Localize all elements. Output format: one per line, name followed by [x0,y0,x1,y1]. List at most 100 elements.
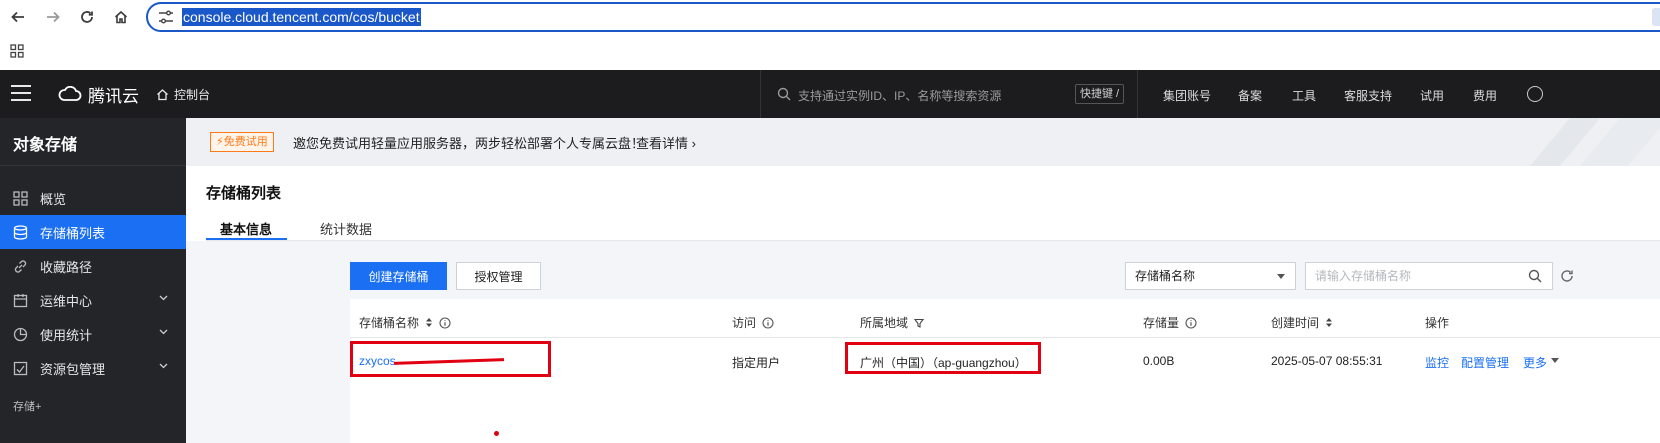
sidebar-item-label: 收藏路径 [40,259,93,275]
sidebar-item-bucket-list[interactable]: 存储桶列表 [0,215,186,249]
promo-text: 邀您免费试用轻量应用服务器，两步轻松部署个人专属云盘！ [293,136,645,151]
bucket-created-time: 2025-05-07 08:55:31 [1271,354,1383,368]
header-label: 存储量 [1143,316,1180,330]
reload-icon[interactable] [76,6,98,28]
main-content: 存储桶列表 基本信息 统计数据 创建存储桶 授权管理 存储桶名称 存储桶名称 访… [186,166,1660,443]
forward-icon[interactable] [42,6,64,28]
brand-logo[interactable]: 腾讯云 [58,83,139,106]
topnav-group-account[interactable]: 集团账号 [1163,87,1211,104]
overview-icon [13,190,28,206]
table-header-divider [350,337,1660,338]
sidebar-title: 对象存储 [13,137,78,154]
console-topnav: 腾讯云 控制台 支持通过实例ID、IP、名称等搜索资源 快捷键 / 集团账号 备… [0,70,1660,118]
search-icon[interactable] [1528,269,1542,283]
url-text[interactable]: console.cloud.tencent.com/cos/bucket [182,8,421,26]
topnav-tools[interactable]: 工具 [1292,87,1316,104]
console-label: 控制台 [174,88,211,102]
calendar-icon [13,293,28,307]
tab-basic-info[interactable]: 基本信息 [220,219,272,238]
promo-details-link[interactable]: 查看详情 › [636,133,696,152]
table-header-size: 存储量 [1143,314,1197,331]
apps-grid-icon[interactable] [10,44,24,58]
browser-toolbar: console.cloud.tencent.com/cos/bucket [0,0,1660,34]
sidebar-item-usage[interactable]: 使用统计 [0,317,186,351]
global-search[interactable]: 支持通过实例ID、IP、名称等搜索资源 快捷键 / [760,70,1138,118]
shortcut-badge: 快捷键 / [1075,84,1125,104]
filter-icon[interactable] [914,318,925,328]
bucket-icon [13,224,28,240]
table-header-created: 创建时间 [1271,314,1333,331]
chevron-down-icon[interactable] [159,329,168,335]
sidebar-item-ops-center[interactable]: 运维中心 [0,283,186,317]
bucket-size: 0.00B [1143,354,1175,368]
pie-icon [13,327,28,341]
config-management-link[interactable]: 配置管理 [1461,354,1509,371]
more-actions-link[interactable]: 更多 [1523,354,1547,371]
sort-icon[interactable] [1325,317,1333,328]
sidebar: 对象存储 概览 存储桶列表 收藏路径 运维中心 使用统计 资源包管理 存储+ [0,118,186,443]
topnav-billing[interactable]: 费用 [1473,87,1497,104]
table-header-name: 存储桶名称 [359,314,451,331]
sidebar-item-overview[interactable]: 概览 [0,181,186,215]
address-bar[interactable]: console.cloud.tencent.com/cos/bucket [146,2,1660,32]
info-icon[interactable] [439,316,451,329]
page-title: 存储桶列表 [206,185,282,202]
annotation-box-region [845,342,1041,374]
header-label: 存储桶名称 [359,316,420,330]
info-icon[interactable] [762,316,774,329]
header-label: 所属地域 [860,316,909,330]
tab-active-indicator [206,238,287,240]
sort-icon[interactable] [425,317,433,328]
bucket-search-input[interactable] [1305,262,1553,290]
link-icon [14,259,27,273]
promo-badge: ⚡免费试用 [210,132,274,152]
menu-icon[interactable] [11,85,31,103]
bookmarks-bar [0,34,1660,70]
search-field-select-value: 存储桶名称 [1135,269,1196,283]
topnav-filing[interactable]: 备案 [1238,87,1262,104]
create-bucket-button[interactable]: 创建存储桶 [350,262,447,290]
auth-management-button[interactable]: 授权管理 [456,262,541,290]
sidebar-item-label: 概览 [40,191,67,207]
brand-name: 腾讯云 [88,86,139,106]
promo-banner: ⚡免费试用 邀您免费试用轻量应用服务器，两步轻松部署个人专属云盘！ 查看详情 › [186,118,1660,166]
cloud-logo-icon [58,86,82,101]
sidebar-item-label: 运维中心 [40,293,93,309]
chevron-down-icon[interactable] [159,295,168,301]
search-field-select[interactable]: 存储桶名称 [1125,262,1296,290]
sidebar-item-packages[interactable]: 资源包管理 [0,351,186,385]
header-label: 访问 [732,316,757,330]
info-icon[interactable] [1185,316,1197,329]
home-outline-icon [157,89,168,101]
table-header-region: 所属地域 [860,314,925,331]
table-header-actions: 操作 [1425,314,1449,331]
chevron-down-icon[interactable] [159,363,168,369]
monitor-link[interactable]: 监控 [1425,354,1449,371]
profile-icon[interactable] [1652,8,1660,26]
home-icon[interactable] [110,6,132,28]
table-header-access: 访问 [732,314,774,331]
annotation-box-bucket-name [350,341,551,377]
sidebar-divider [0,165,186,166]
dropdown-caret-icon [1277,274,1285,279]
bucket-table: 存储桶名称 访问 所属地域 存储量 创建时间 操作 zxycos 指定用户 广州… [350,299,1660,443]
topnav-support[interactable]: 客服支持 [1344,87,1392,104]
promo-decoration-icon [1530,118,1660,166]
sidebar-item-favorites[interactable]: 收藏路径 [0,249,186,283]
refresh-icon[interactable] [1560,269,1574,283]
bucket-access: 指定用户 [732,356,781,370]
caret-down-icon[interactable] [1551,358,1559,364]
sidebar-section-label: 存储+ [13,401,42,413]
header-label: 操作 [1425,316,1450,330]
back-icon[interactable] [7,6,29,28]
package-icon [13,361,28,375]
site-settings-icon[interactable] [158,10,174,24]
sidebar-item-label: 使用统计 [40,327,93,343]
global-search-placeholder: 支持通过实例ID、IP、名称等搜索资源 [798,89,1002,103]
sidebar-item-label: 存储桶列表 [40,225,106,241]
console-home-link[interactable]: 控制台 [156,86,210,103]
header-label: 创建时间 [1271,316,1320,330]
topnav-trial[interactable]: 试用 [1420,87,1444,104]
account-avatar-icon[interactable] [1527,86,1543,102]
tab-statistics[interactable]: 统计数据 [320,219,372,238]
